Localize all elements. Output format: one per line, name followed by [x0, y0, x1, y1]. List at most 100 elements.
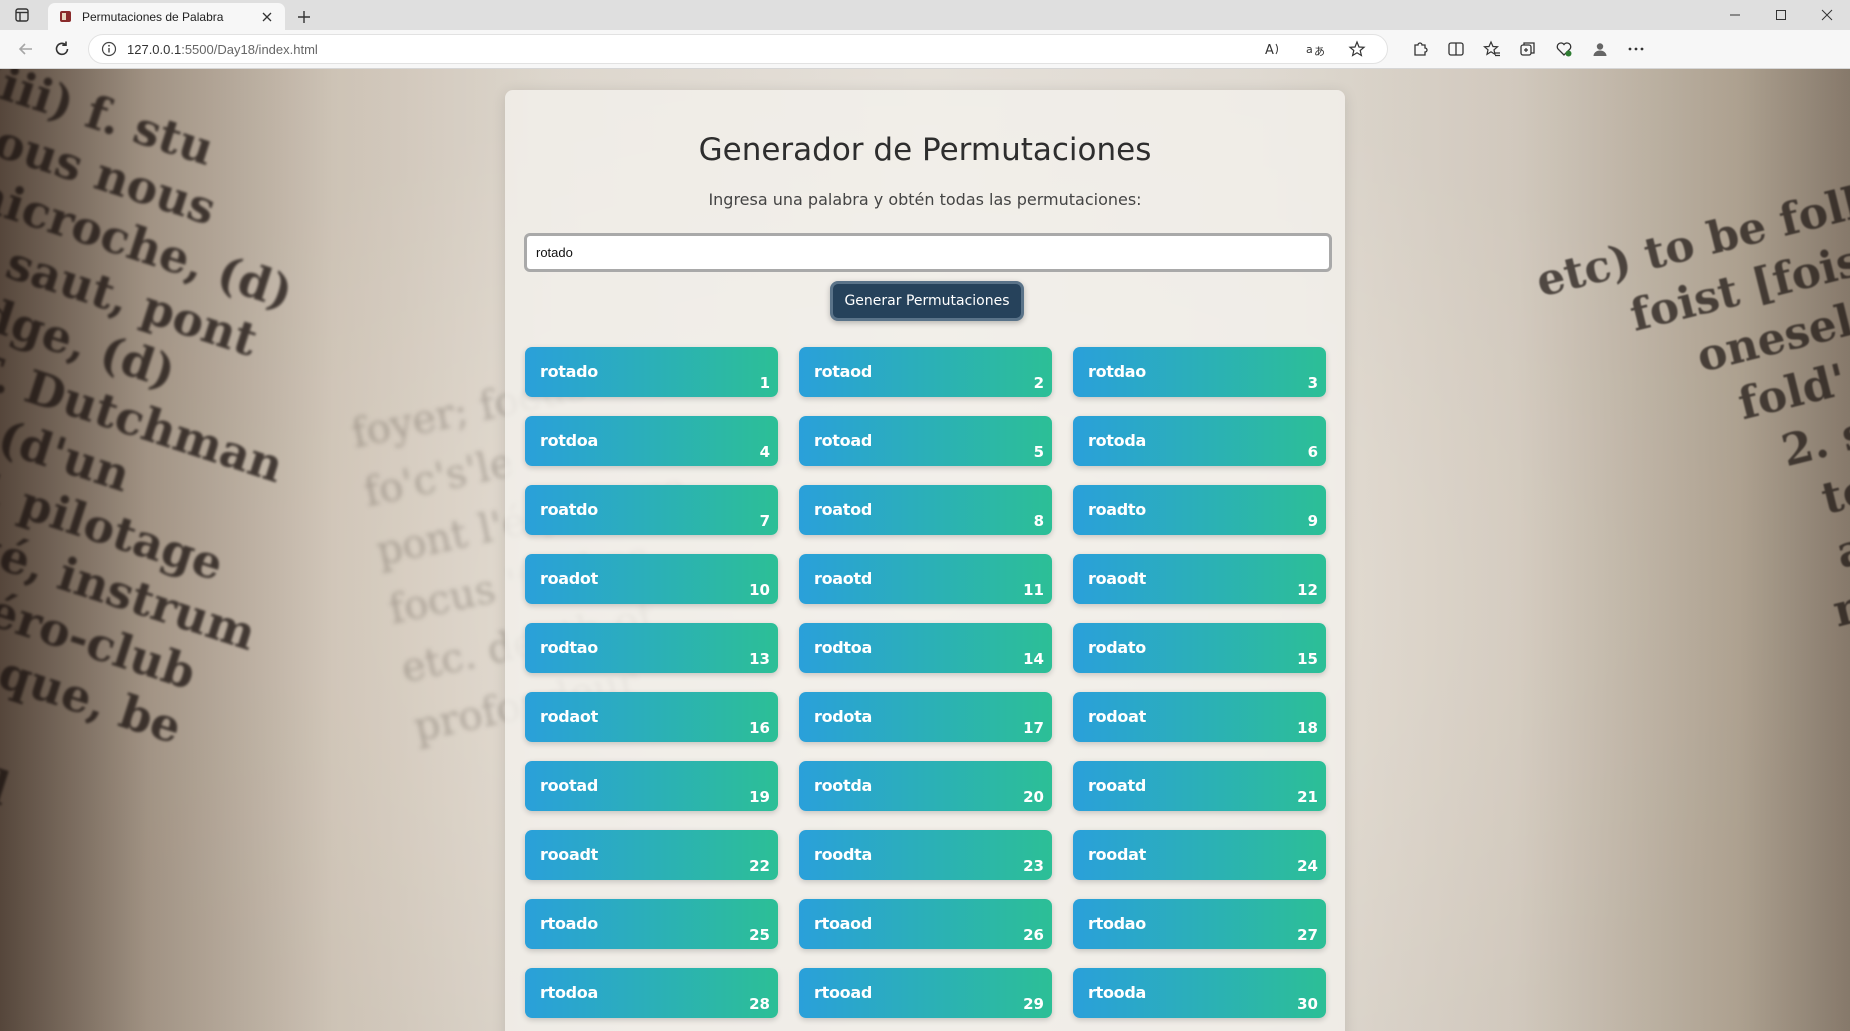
extensions-button[interactable]: [1402, 33, 1438, 65]
permutation-number: 13: [749, 650, 770, 668]
permutation-item: roadot 10: [525, 554, 778, 604]
permutation-item: rodtao 13: [525, 623, 778, 673]
permutation-item: rtooda 30: [1073, 968, 1326, 1018]
permutation-word: rtodoa: [540, 983, 598, 1002]
permutation-number: 28: [749, 995, 770, 1013]
permutation-number: 12: [1297, 581, 1318, 599]
permutation-word: rooadt: [540, 845, 598, 864]
permutation-number: 9: [1307, 512, 1318, 530]
close-tab-icon[interactable]: [259, 9, 275, 25]
permutation-word: rtooad: [814, 983, 872, 1002]
permutation-word: roodta: [814, 845, 872, 864]
background-dictionary-right: etc) to be follefoist [foist]oneself ofo…: [1531, 170, 1850, 638]
permutation-word: rodato: [1088, 638, 1146, 657]
close-icon: [1821, 9, 1833, 21]
background-dictionary-left: (iii) f. stunous nousanicroche, (d)un sa…: [0, 69, 300, 817]
permutation-number: 4: [759, 443, 770, 461]
page-title: Generador de Permutaciones: [698, 132, 1152, 168]
permutation-number: 11: [1023, 581, 1044, 599]
permutation-number: 21: [1297, 788, 1318, 806]
permutation-number: 23: [1023, 857, 1044, 875]
browser-toolbar: 127.0.0.1:5500/Day18/index.html A aあ: [0, 30, 1850, 69]
permutation-word: rtooda: [1088, 983, 1146, 1002]
profile-button[interactable]: [1582, 33, 1618, 65]
browser-tab[interactable]: Permutaciones de Palabra: [48, 3, 285, 30]
permutation-number: 8: [1033, 512, 1044, 530]
permutation-number: 2: [1033, 374, 1044, 392]
collections-icon: [1520, 42, 1535, 56]
permutation-item: roatod 8: [799, 485, 1052, 535]
permutation-item: rodtoa 14: [799, 623, 1052, 673]
minimize-icon: [1730, 14, 1740, 16]
permutation-item: rodaot 16: [525, 692, 778, 742]
permutation-word: roadot: [540, 569, 598, 588]
tab-actions-button[interactable]: [0, 0, 44, 30]
permutation-word: rootad: [540, 776, 598, 795]
permutation-number: 14: [1023, 650, 1044, 668]
permutation-word: rooatd: [1088, 776, 1146, 795]
permutation-word: rtodao: [1088, 914, 1146, 933]
favorite-star-button[interactable]: [1339, 33, 1375, 65]
permutation-word: roaodt: [1088, 569, 1146, 588]
permutation-item: rodota 17: [799, 692, 1052, 742]
permutation-number: 3: [1307, 374, 1318, 392]
collections-button[interactable]: [1510, 33, 1546, 65]
permutation-number: 25: [749, 926, 770, 944]
favorites-button[interactable]: [1474, 33, 1510, 65]
permutation-number: 16: [749, 719, 770, 737]
svg-text:a: a: [1306, 43, 1313, 56]
heart-pulse-icon: [1556, 42, 1572, 57]
new-tab-button[interactable]: [289, 3, 319, 30]
permutation-number: 19: [749, 788, 770, 806]
info-icon[interactable]: [101, 41, 117, 57]
permutation-word: roadto: [1088, 500, 1146, 519]
word-input[interactable]: [524, 233, 1332, 272]
generate-permutations-button[interactable]: Generar Permutaciones: [830, 281, 1024, 321]
tab-actions-icon: [15, 8, 29, 22]
split-screen-button[interactable]: [1438, 33, 1474, 65]
refresh-icon: [55, 41, 69, 56]
maximize-button[interactable]: [1758, 0, 1804, 30]
tab-strip: Permutaciones de Palabra: [0, 0, 1850, 30]
permutation-item: rtodao 27: [1073, 899, 1326, 949]
permutation-word: rotdoa: [540, 431, 598, 450]
permutation-item: roaotd 11: [799, 554, 1052, 604]
plus-icon: [298, 10, 310, 23]
permutation-number: 30: [1297, 995, 1318, 1013]
permutation-item: roodta 23: [799, 830, 1052, 880]
permutation-item: roatdo 7: [525, 485, 778, 535]
back-button[interactable]: [8, 33, 44, 65]
permutation-item: rootda 20: [799, 761, 1052, 811]
split-screen-icon: [1448, 42, 1464, 56]
permutation-item: roadto 9: [1073, 485, 1326, 535]
more-menu-button[interactable]: [1618, 33, 1654, 65]
minimize-button[interactable]: [1712, 0, 1758, 30]
permutation-number: 6: [1307, 443, 1318, 461]
read-aloud-button[interactable]: A: [1255, 33, 1291, 65]
permutation-item: roodat 24: [1073, 830, 1326, 880]
close-window-button[interactable]: [1804, 0, 1850, 30]
translate-icon: aあ: [1306, 43, 1324, 57]
permutation-item: rootad 19: [525, 761, 778, 811]
permutation-item: rotoad 5: [799, 416, 1052, 466]
browser-essentials-button[interactable]: [1546, 33, 1582, 65]
permutation-word: rodaot: [540, 707, 598, 726]
permutation-item: rodato 15: [1073, 623, 1326, 673]
address-bar[interactable]: 127.0.0.1:5500/Day18/index.html A aあ: [88, 34, 1388, 64]
permutation-word: rodtoa: [814, 638, 872, 657]
permutation-word: rtoado: [540, 914, 598, 933]
permutation-item: rooatd 21: [1073, 761, 1326, 811]
window-controls: [1712, 0, 1850, 30]
permutation-word: rotoad: [814, 431, 872, 450]
permutation-word: roatdo: [540, 500, 598, 519]
translate-button[interactable]: aあ: [1297, 33, 1333, 65]
arrow-left-icon: [18, 43, 32, 55]
toolbar-right: [1402, 33, 1654, 65]
permutation-card: Generador de Permutaciones Ingresa una p…: [505, 90, 1345, 1031]
permutation-word: rotdao: [1088, 362, 1146, 381]
refresh-button[interactable]: [44, 33, 80, 65]
puzzle-icon: [1414, 42, 1428, 56]
permutation-number: 17: [1023, 719, 1044, 737]
address-actions: A aあ: [1255, 33, 1375, 65]
permutation-number: 29: [1023, 995, 1044, 1013]
